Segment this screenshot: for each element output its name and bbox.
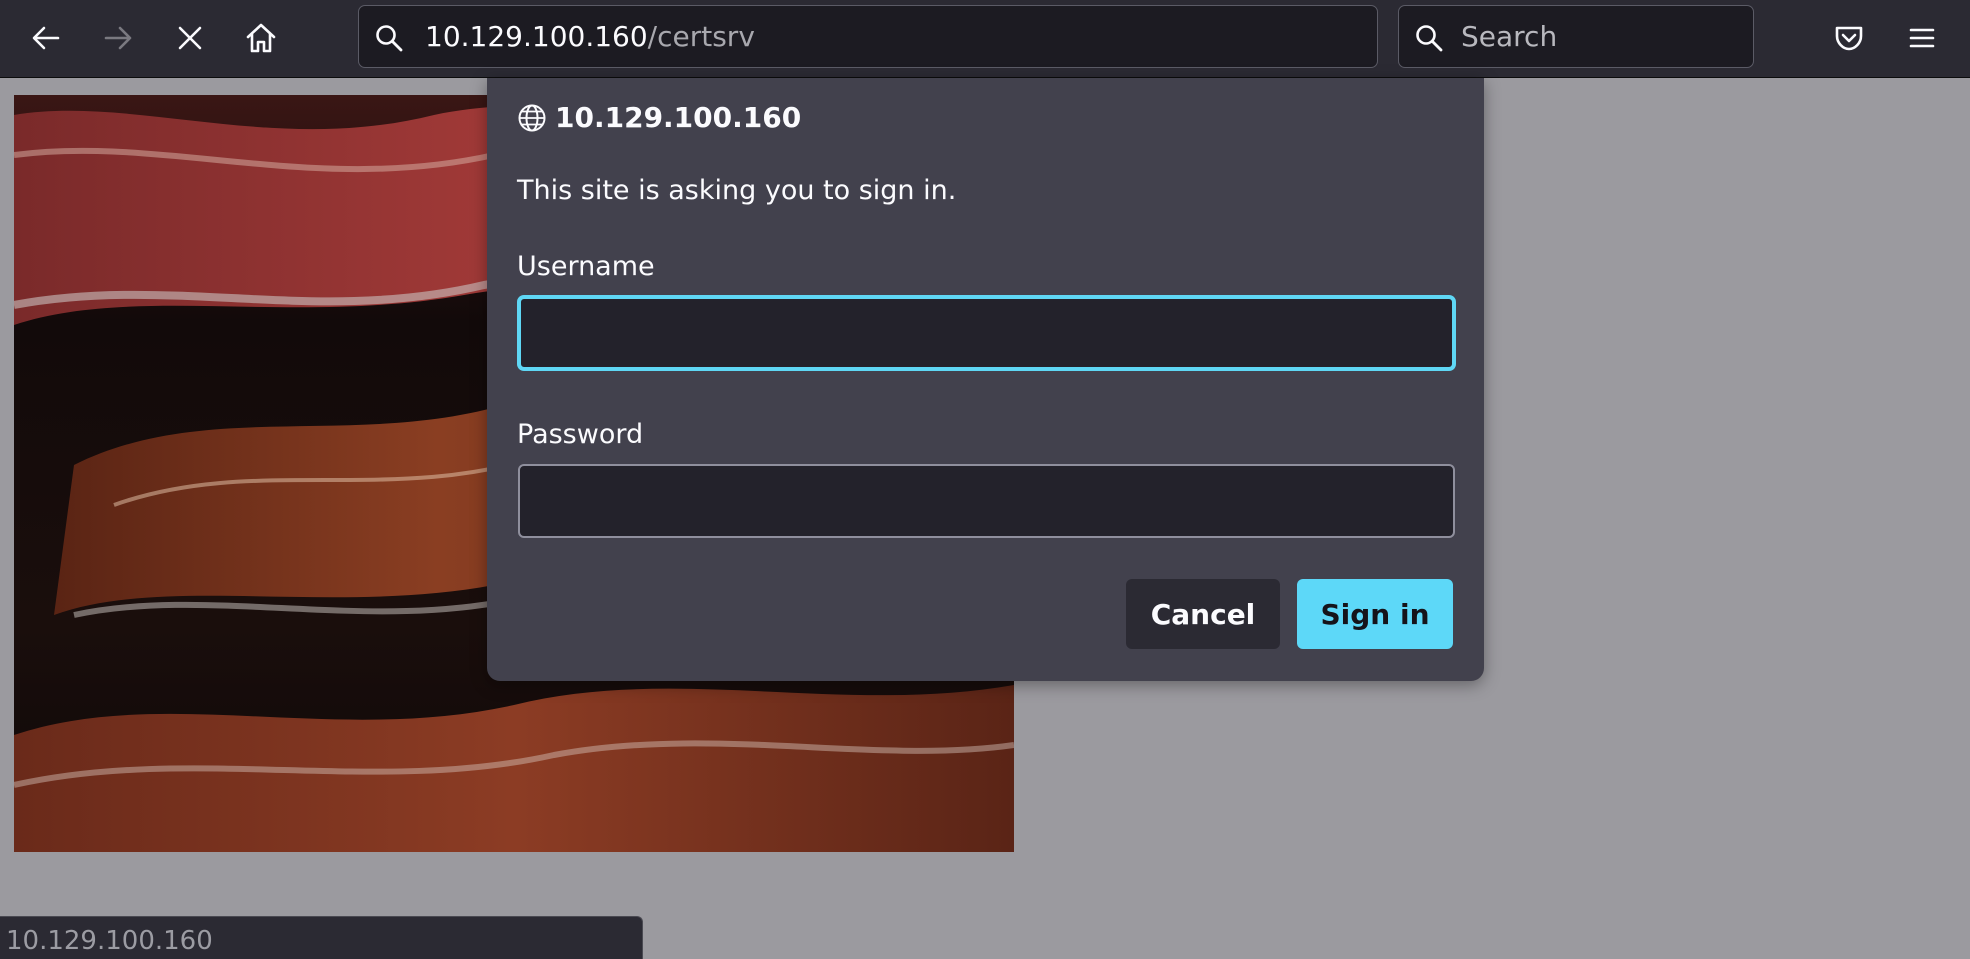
home-button[interactable] — [237, 14, 285, 62]
url-path: /certsrv — [647, 20, 755, 53]
url-host: 10.129.100.160 — [425, 20, 648, 53]
password-label: Password — [517, 419, 644, 450]
search-icon — [376, 25, 403, 52]
pocket-button[interactable] — [1825, 14, 1873, 62]
browser-toolbar: 10.129.100.160/certsrv Search — [0, 0, 1970, 78]
dialog-message: This site is asking you to sign in. — [517, 175, 957, 206]
home-icon — [246, 23, 276, 53]
stop-button[interactable] — [166, 14, 214, 62]
dialog-host-row: 10.129.100.160 — [517, 100, 801, 136]
password-field[interactable] — [518, 464, 1455, 538]
username-field[interactable] — [518, 296, 1455, 370]
url-bar[interactable]: 10.129.100.160/certsrv — [358, 5, 1378, 68]
cancel-button[interactable]: Cancel — [1126, 579, 1280, 649]
search-bar[interactable]: Search — [1398, 5, 1754, 68]
dialog-host: 10.129.100.160 — [555, 101, 802, 134]
back-button[interactable] — [22, 14, 70, 62]
globe-icon — [518, 104, 546, 132]
forward-button[interactable] — [94, 14, 142, 62]
close-icon — [178, 26, 202, 50]
menu-button[interactable] — [1898, 14, 1946, 62]
url-text: 10.129.100.160/certsrv — [425, 20, 755, 54]
status-bar-url: 10.129.100.160 — [6, 926, 213, 956]
sign-in-button[interactable]: Sign in — [1297, 579, 1453, 649]
status-bar: 10.129.100.160 — [0, 916, 643, 959]
sign-in-dialog: 10.129.100.160 This site is asking you t… — [487, 78, 1484, 681]
search-placeholder: Search — [1461, 20, 1558, 53]
username-label: Username — [517, 251, 655, 282]
arrow-right-icon — [104, 26, 132, 50]
search-icon — [1416, 25, 1443, 52]
pocket-icon — [1835, 26, 1863, 51]
hamburger-menu-icon — [1909, 28, 1935, 48]
arrow-left-icon — [32, 26, 60, 50]
